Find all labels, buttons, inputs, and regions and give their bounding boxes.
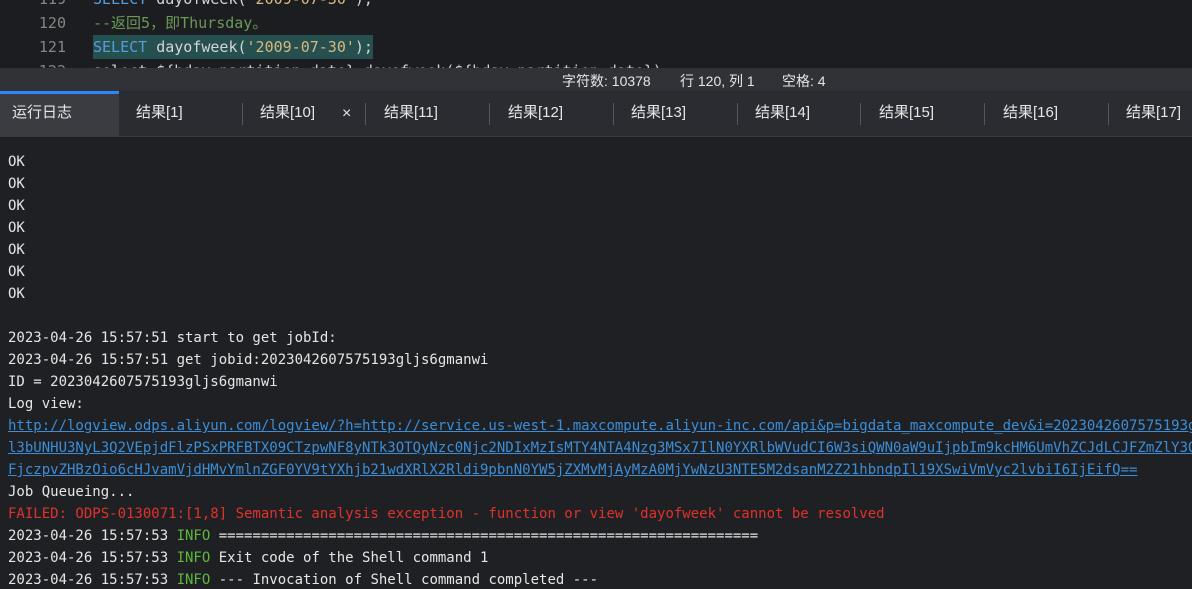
tab-divider [984, 103, 985, 125]
log-line: OK [8, 283, 25, 305]
log-line: OK [8, 151, 25, 173]
log-text: --- Invocation of Shell command complete… [210, 572, 599, 588]
log-text: OK [8, 220, 25, 236]
code-line-selected[interactable]: SELECT dayofweek('2009-07-30'); [93, 35, 373, 59]
tab-run-log[interactable]: 运行日志 [0, 91, 119, 136]
tab-result-13[interactable]: 结果[13] [616, 91, 737, 136]
log-line: http://logview.odps.aliyun.com/logview/?… [8, 415, 1192, 437]
code-line[interactable]: SELECT dayofweek('2009-07-30'); [93, 0, 373, 11]
log-text: OK [8, 176, 25, 192]
tab-result-14[interactable]: 结果[14] [740, 91, 861, 136]
log-text: ID = 2023042607575193gljs6gmanwi [8, 374, 278, 390]
info-tag: INFO [176, 528, 211, 544]
close-icon[interactable]: × [342, 91, 351, 136]
log-line: FAILED: ODPS-0130071:[1,8] Semantic anal… [8, 503, 885, 525]
indent-setting[interactable]: 空格: 4 [782, 71, 826, 91]
tab-result-10[interactable]: 结果[10] [245, 91, 340, 136]
log-line: OK [8, 261, 25, 283]
code-token: '2009-07-30' [247, 0, 355, 8]
code-token: --返回5，即Thursday。 [93, 14, 268, 32]
error-message: FAILED: ODPS-0130071:[1,8] Semantic anal… [8, 506, 885, 522]
logview-link[interactable]: FjczpvZHBzOio6cHJvamVjdHMvYmlnZGF0YV9tYX… [8, 462, 1137, 478]
char-count: 字符数: 10378 [562, 73, 651, 89]
line-number: 120 [38, 14, 66, 32]
logview-link[interactable]: http://logview.odps.aliyun.com/logview/?… [8, 418, 1192, 434]
line-number: 122 [6, 59, 66, 68]
editor-status-bar: 字符数: 10378 行 120, 列 1 空格: 4 [0, 68, 1192, 91]
cursor-position[interactable]: 行 120, 列 1 [680, 71, 755, 91]
log-text: OK [8, 198, 25, 214]
log-line: 2023-04-26 15:57:51 start to get jobId: [8, 327, 337, 349]
log-text: 2023-04-26 15:57:53 [8, 550, 177, 566]
log-line: OK [8, 195, 25, 217]
code-editor[interactable]: 119 120 121 122 SELECT dayofweek('2009-0… [0, 0, 1192, 68]
log-text: OK [8, 154, 25, 170]
code-line[interactable]: --返回5，即Thursday。 [93, 11, 267, 35]
code-token: dayofweek( [156, 38, 247, 56]
tab-result-12[interactable]: 结果[12] [493, 91, 614, 136]
log-line: Log view: [8, 393, 84, 415]
code-token: dayofweek( [156, 0, 246, 8]
code-token: ); [355, 0, 373, 8]
tab-divider [737, 103, 738, 125]
logview-link[interactable]: l3bUNHU3NyL3Q2VEpjdFlzPSxPRFBTX09CTzpwNF… [8, 440, 1192, 456]
log-text: Exit code of the Shell command 1 [210, 550, 489, 566]
tab-divider [1108, 103, 1109, 125]
log-line: 2023-04-26 15:57:53 INFO Exit code of th… [8, 547, 488, 569]
tab-divider [242, 103, 243, 125]
info-tag: INFO [176, 550, 211, 566]
log-line: 2023-04-26 15:57:53 INFO --- Invocation … [8, 569, 598, 589]
log-text: 2023-04-26 15:57:53 [8, 528, 177, 544]
tab-divider [365, 103, 366, 125]
tab-result-1[interactable]: 结果[1] [121, 91, 242, 136]
tab-divider [489, 103, 490, 125]
run-log-panel[interactable]: OK OK OK OK OK OK OK 2023-04-26 15:57:51 start … [0, 137, 1192, 589]
line-number: 119 [6, 0, 66, 11]
log-text: Job Queueing... [8, 484, 135, 500]
log-text: ========================================… [210, 528, 759, 544]
tab-result-16[interactable]: 结果[16] [988, 91, 1109, 136]
tab-divider [860, 103, 861, 125]
result-tab-bar: 运行日志 结果[1] 结果[10] × 结果[11] 结果[12] 结果[13]… [0, 91, 1192, 137]
code-line[interactable]: select ${bday_partition_date} dayofweek(… [93, 59, 680, 68]
log-text: 2023-04-26 15:57:51 start to get jobId: [8, 330, 337, 346]
log-text: Log view: [8, 396, 84, 412]
log-line: 2023-04-26 15:57:53 INFO ===============… [8, 525, 758, 547]
log-line: ID = 2023042607575193gljs6gmanwi [8, 371, 278, 393]
log-line: l3bUNHU3NyL3Q2VEpjdFlzPSxPRFBTX09CTzpwNF… [8, 437, 1192, 459]
log-text: OK [8, 242, 25, 258]
log-text: OK [8, 286, 25, 302]
log-line: 2023-04-26 15:57:51 get jobid:2023042607… [8, 349, 488, 371]
log-line: Job Queueing... [8, 481, 134, 503]
log-line: OK [8, 173, 25, 195]
tab-result-15[interactable]: 结果[15] [864, 91, 985, 136]
log-text: OK [8, 264, 25, 280]
log-text: 2023-04-26 15:57:53 [8, 572, 177, 588]
code-token: '2009-07-30' [246, 38, 355, 56]
code-token: SELECT [93, 38, 157, 56]
tab-result-11[interactable]: 结果[11] [369, 91, 490, 136]
line-number: 121 [38, 38, 66, 56]
log-line: OK [8, 239, 25, 261]
log-line: FjczpvZHBzOio6cHJvamVjdHMvYmlnZGF0YV9tYX… [8, 459, 1137, 481]
info-tag: INFO [176, 572, 211, 588]
tab-divider [613, 103, 614, 125]
log-line: OK [8, 217, 25, 239]
line-number-gutter: 119 120 121 122 [0, 0, 70, 68]
code-token: ); [354, 38, 373, 56]
code-token: SELECT [93, 0, 156, 8]
log-text: 2023-04-26 15:57:51 get jobid:2023042607… [8, 352, 489, 368]
tab-result-17[interactable]: 结果[17] [1111, 91, 1192, 136]
